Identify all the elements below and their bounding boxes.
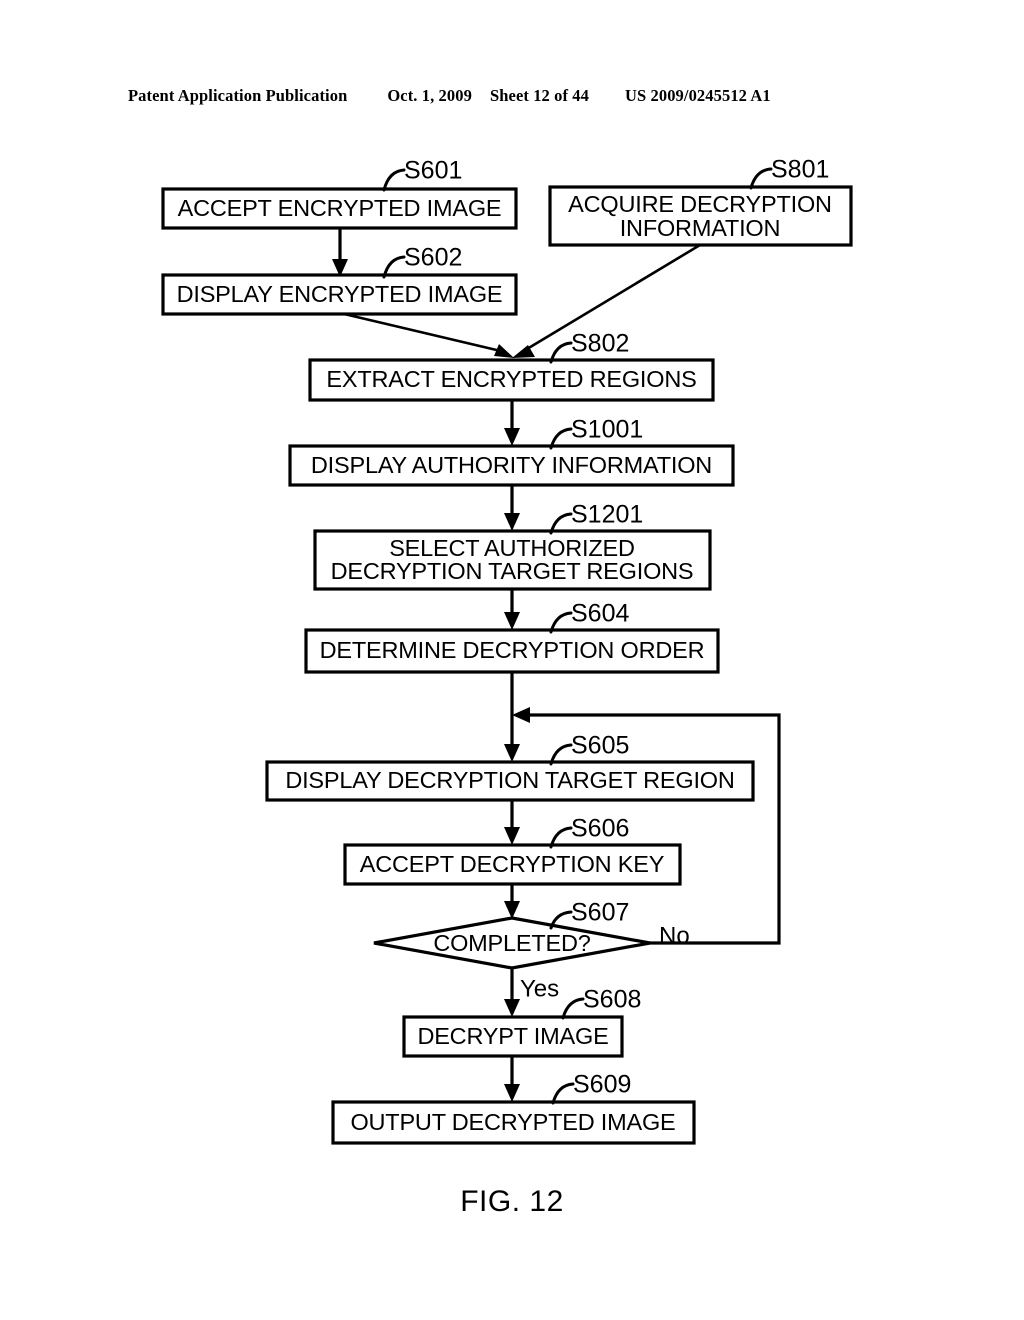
connector-s608-to-s609 <box>504 1056 520 1102</box>
node-s605[interactable]: DISPLAY DECRYPTION TARGET REGION <box>265 760 755 802</box>
node-s605-label: DISPLAY DECRYPTION TARGET REGION <box>285 767 734 793</box>
node-s609[interactable]: OUTPUT DECRYPTED IMAGE <box>331 1100 696 1145</box>
step-ref-s602-label: S602 <box>404 244 462 272</box>
node-s606[interactable]: ACCEPT DECRYPTION KEY <box>343 843 682 886</box>
step-ref-s1201-label: S1201 <box>571 501 643 529</box>
step-ref-s607: S607 <box>549 899 629 930</box>
step-ref-s601: S601 <box>382 157 462 192</box>
step-ref-s1201: S1201 <box>549 501 643 535</box>
node-s608-label: DECRYPT IMAGE <box>417 1023 608 1049</box>
flowchart-diagram: ACCEPT ENCRYPTED IMAGE S601 ACQUIRE DECR… <box>161 156 853 1145</box>
node-s1201-label-line2: DECRYPTION TARGET REGIONS <box>331 558 694 584</box>
node-s609-label: OUTPUT DECRYPTED IMAGE <box>350 1109 675 1135</box>
step-ref-s802-label: S802 <box>571 330 629 358</box>
node-s602[interactable]: DISPLAY ENCRYPTED IMAGE <box>161 273 518 316</box>
figure-caption: FIG. 12 <box>460 1185 564 1218</box>
node-s1001[interactable]: DISPLAY AUTHORITY INFORMATION <box>288 444 735 487</box>
step-ref-s605-label: S605 <box>571 732 629 760</box>
step-ref-s607-label: S607 <box>571 899 629 927</box>
node-s607-label: COMPLETED? <box>433 930 590 956</box>
connector-s1201-to-s604 <box>504 589 520 630</box>
node-s604[interactable]: DETERMINE DECRYPTION ORDER <box>304 628 720 674</box>
node-s604-label: DETERMINE DECRYPTION ORDER <box>320 637 705 663</box>
branch-label-no: No <box>659 922 690 949</box>
connector-s601-to-s602 <box>332 228 348 277</box>
node-s608[interactable]: DECRYPT IMAGE <box>402 1015 624 1058</box>
step-ref-s608-label: S608 <box>583 986 641 1014</box>
step-ref-s602: S602 <box>382 244 462 279</box>
node-s606-label: ACCEPT DECRYPTION KEY <box>360 851 665 877</box>
step-ref-s604-label: S604 <box>571 600 629 628</box>
step-ref-s606-label: S606 <box>571 815 629 843</box>
connector-s605-to-s606 <box>504 800 520 845</box>
node-s601-label: ACCEPT ENCRYPTED IMAGE <box>178 195 502 221</box>
step-ref-s609: S609 <box>551 1071 631 1105</box>
node-s801[interactable]: ACQUIRE DECRYPTION INFORMATION <box>548 185 853 247</box>
step-ref-s609-label: S609 <box>573 1071 631 1099</box>
connector-s606-to-s607 <box>504 884 520 919</box>
branch-label-yes: Yes <box>520 975 559 1002</box>
connector-s607-to-s608 <box>504 968 520 1017</box>
step-ref-s604: S604 <box>549 600 629 634</box>
step-ref-s608: S608 <box>561 986 641 1020</box>
connector-no-feedback-loop <box>512 707 781 945</box>
connector-s1001-to-s1201 <box>504 485 520 531</box>
node-s602-label: DISPLAY ENCRYPTED IMAGE <box>177 281 503 307</box>
connector-s802-to-s1001 <box>504 400 520 446</box>
node-s801-label-line1: ACQUIRE DECRYPTION <box>568 191 832 217</box>
node-s1201[interactable]: SELECT AUTHORIZED DECRYPTION TARGET REGI… <box>313 529 712 591</box>
node-s802[interactable]: EXTRACT ENCRYPTED REGIONS <box>308 358 715 402</box>
step-ref-s801: S801 <box>749 156 829 190</box>
patent-drawing-page: Patent Application Publication Oct. 1, 2… <box>0 0 1024 1320</box>
step-ref-s1001: S1001 <box>549 416 643 450</box>
node-s801-label-line2: INFORMATION <box>620 215 781 241</box>
step-ref-s802: S802 <box>549 330 629 364</box>
node-s601[interactable]: ACCEPT ENCRYPTED IMAGE <box>161 187 518 230</box>
node-s802-label: EXTRACT ENCRYPTED REGIONS <box>326 366 696 392</box>
step-ref-s606: S606 <box>549 815 629 849</box>
step-ref-s601-label: S601 <box>404 157 462 185</box>
step-ref-s605: S605 <box>549 732 629 766</box>
step-ref-s1001-label: S1001 <box>571 416 643 444</box>
step-ref-s801-label: S801 <box>771 156 829 184</box>
node-s1001-label: DISPLAY AUTHORITY INFORMATION <box>311 452 712 478</box>
connector-s602-to-s802 <box>339 311 514 358</box>
